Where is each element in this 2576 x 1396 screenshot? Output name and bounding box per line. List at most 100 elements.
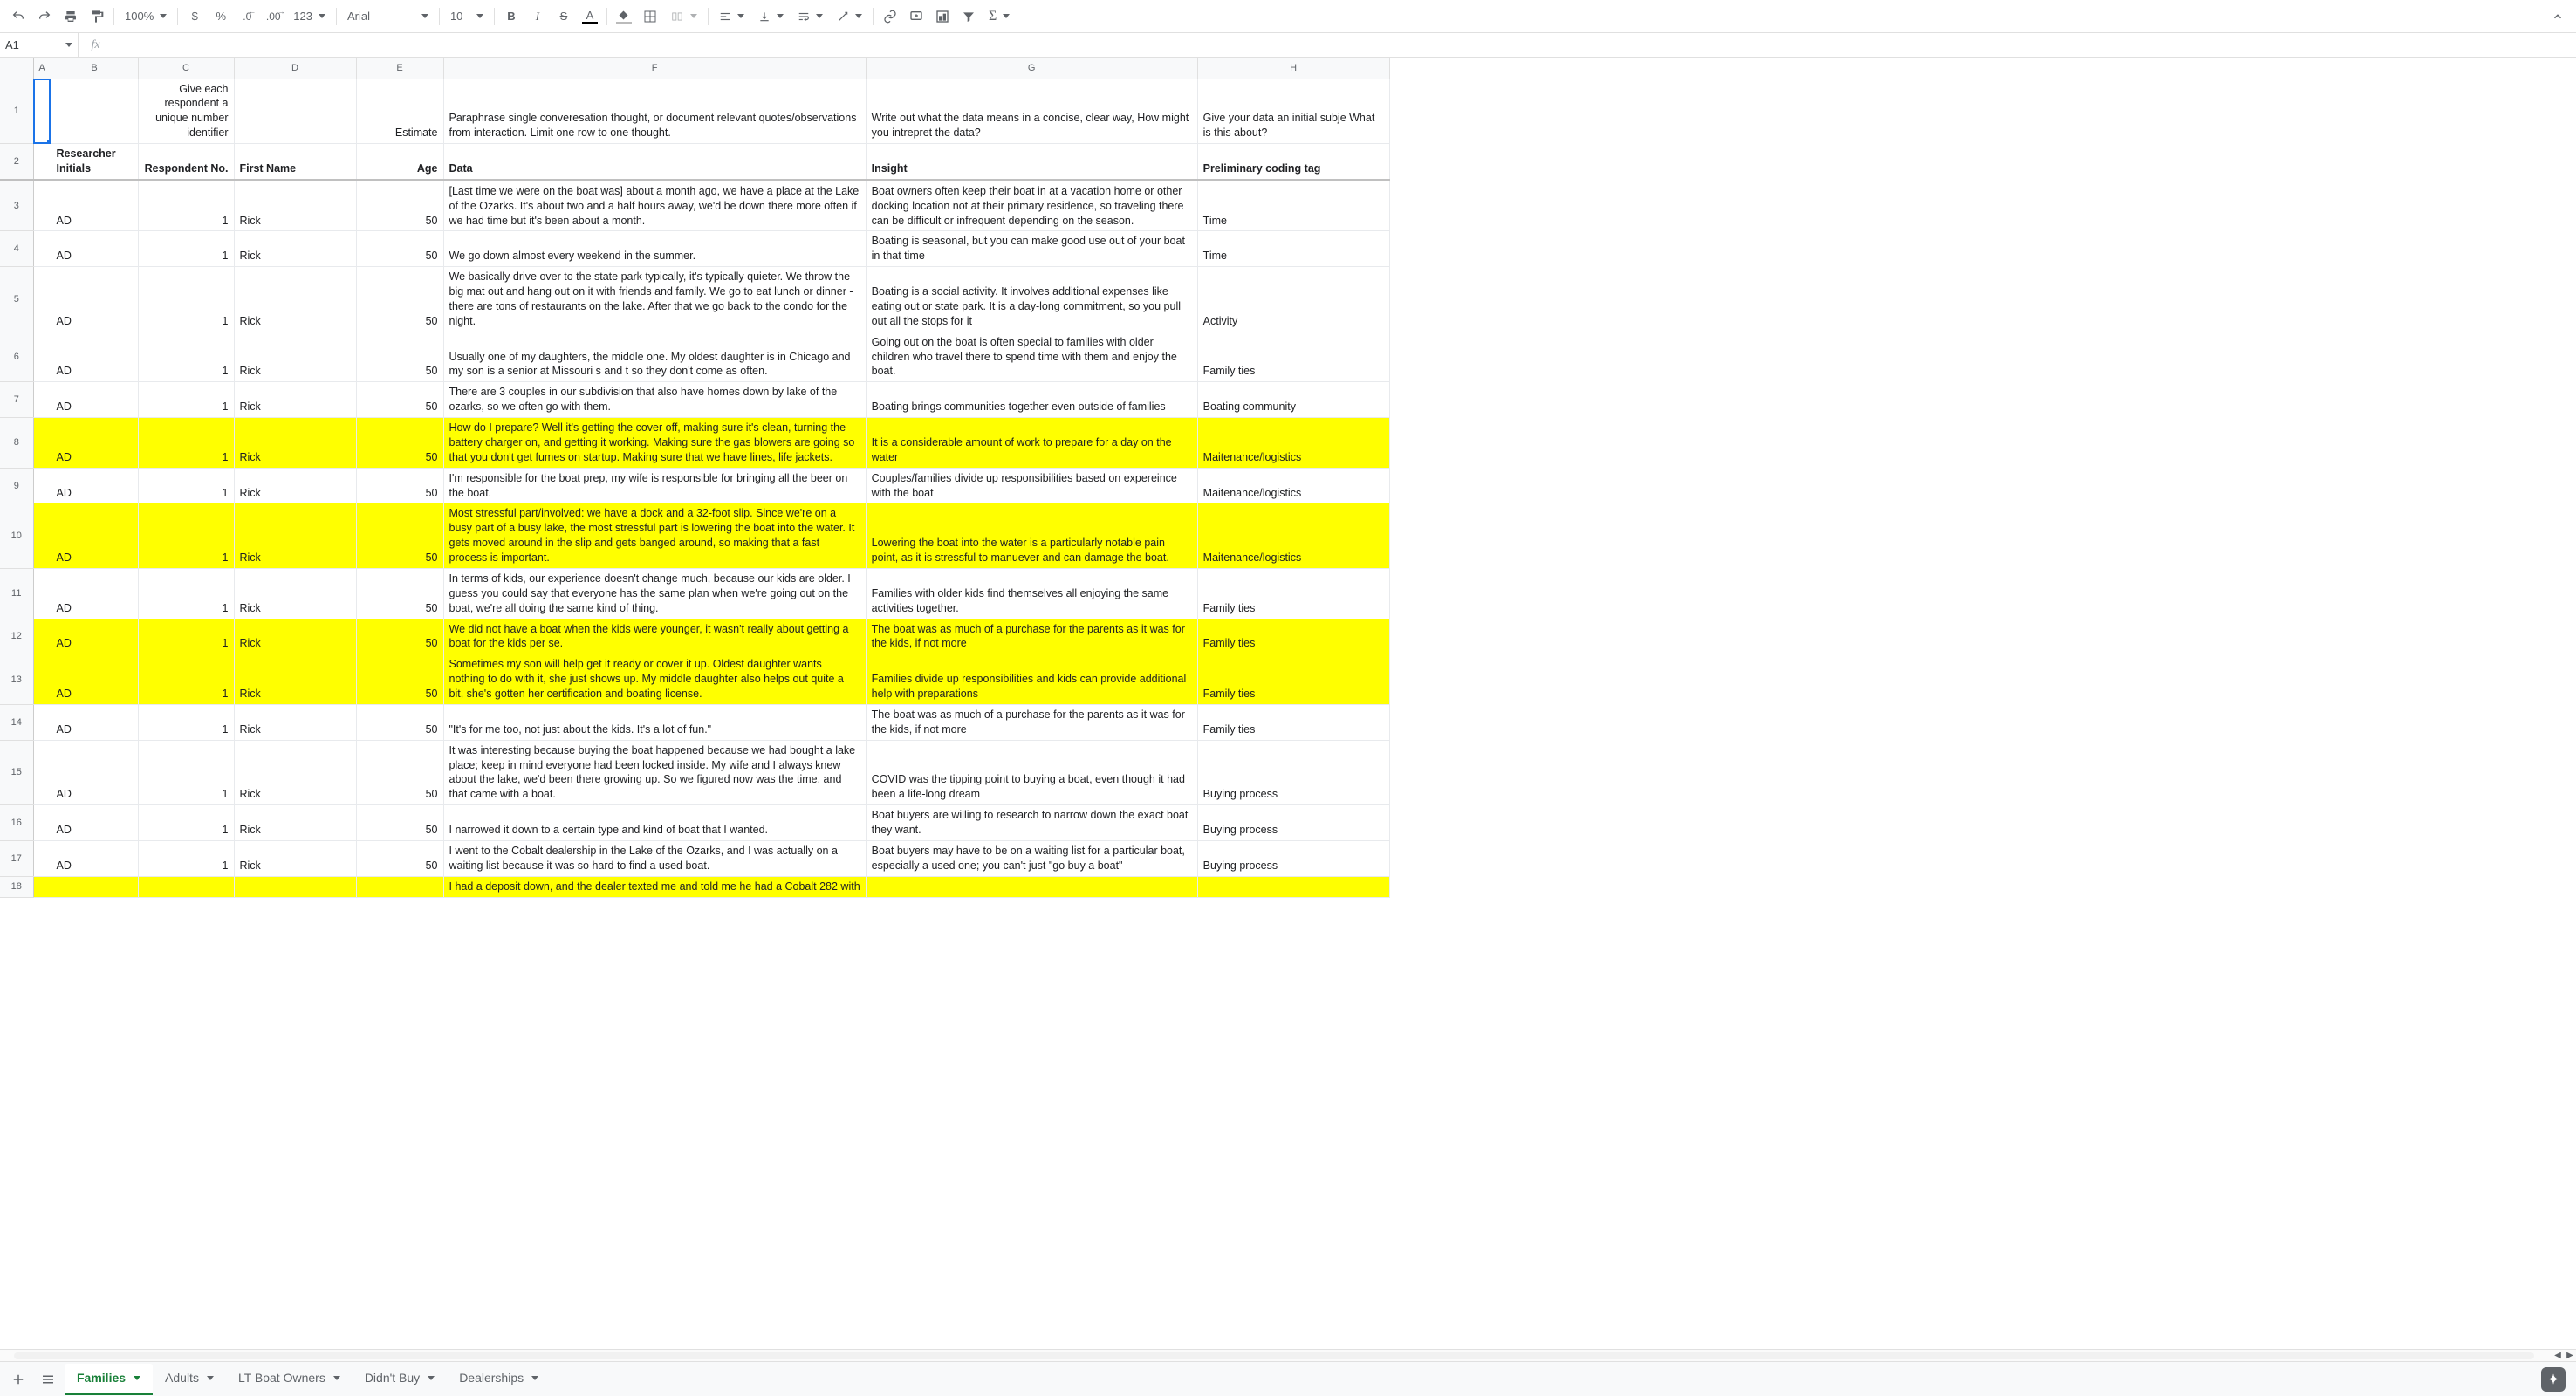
- cell[interactable]: Age: [356, 144, 443, 181]
- row-header[interactable]: 3: [0, 180, 33, 231]
- rotate-button[interactable]: [832, 5, 867, 28]
- cell[interactable]: 50: [356, 180, 443, 231]
- text-color-button[interactable]: A: [579, 5, 601, 28]
- cell[interactable]: Rick: [234, 180, 356, 231]
- comment-button[interactable]: [905, 5, 928, 28]
- cell[interactable]: I narrowed it down to a certain type and…: [443, 805, 866, 841]
- cell[interactable]: I had a deposit down, and the dealer tex…: [443, 876, 866, 897]
- cell[interactable]: Rick: [234, 568, 356, 619]
- row-header[interactable]: 10: [0, 503, 33, 569]
- sheet-tab[interactable]: LT Boat Owners: [226, 1364, 353, 1395]
- cell[interactable]: [33, 382, 51, 418]
- cell[interactable]: AD: [51, 704, 138, 740]
- scroll-right-button[interactable]: ▶: [2564, 1350, 2576, 1362]
- cell[interactable]: 50: [356, 840, 443, 876]
- strike-button[interactable]: S: [552, 5, 575, 28]
- cell[interactable]: [866, 876, 1197, 897]
- cell[interactable]: We go down almost every weekend in the s…: [443, 231, 866, 267]
- explore-button[interactable]: ✦: [2541, 1367, 2566, 1392]
- cell[interactable]: 1: [138, 267, 234, 332]
- cell[interactable]: 1: [138, 332, 234, 382]
- cell[interactable]: Buying process: [1197, 740, 1389, 805]
- font-select[interactable]: Arial: [342, 5, 434, 28]
- h-align-button[interactable]: [714, 5, 750, 28]
- cell[interactable]: 1: [138, 382, 234, 418]
- redo-button[interactable]: [33, 5, 56, 28]
- cell[interactable]: Rick: [234, 231, 356, 267]
- cell[interactable]: Family ties: [1197, 704, 1389, 740]
- col-header-E[interactable]: E: [356, 58, 443, 79]
- cell[interactable]: 50: [356, 704, 443, 740]
- cell[interactable]: 1: [138, 468, 234, 503]
- cell[interactable]: 1: [138, 503, 234, 569]
- print-button[interactable]: [59, 5, 82, 28]
- row-header[interactable]: 18: [0, 876, 33, 897]
- cell[interactable]: How do I prepare? Well it's getting the …: [443, 418, 866, 469]
- cell[interactable]: The boat was as much of a purchase for t…: [866, 704, 1197, 740]
- cell[interactable]: AD: [51, 468, 138, 503]
- row-header[interactable]: 2: [0, 144, 33, 181]
- cell[interactable]: AD: [51, 382, 138, 418]
- cell[interactable]: [33, 568, 51, 619]
- cell[interactable]: [33, 654, 51, 705]
- cell[interactable]: 1: [138, 805, 234, 841]
- cell[interactable]: Boating brings communities together even…: [866, 382, 1197, 418]
- cell[interactable]: Rick: [234, 418, 356, 469]
- cell[interactable]: [33, 180, 51, 231]
- cell[interactable]: I'm responsible for the boat prep, my wi…: [443, 468, 866, 503]
- cell[interactable]: Boat owners often keep their boat in at …: [866, 180, 1197, 231]
- cell[interactable]: [33, 79, 51, 144]
- cell[interactable]: [33, 840, 51, 876]
- cell[interactable]: [Last time we were on the boat was] abou…: [443, 180, 866, 231]
- cell[interactable]: 1: [138, 840, 234, 876]
- cell[interactable]: 50: [356, 468, 443, 503]
- cell[interactable]: The boat was as much of a purchase for t…: [866, 619, 1197, 654]
- sheet-tab[interactable]: Didn't Buy: [353, 1364, 447, 1395]
- cell[interactable]: [33, 704, 51, 740]
- cell[interactable]: Families divide up responsibilities and …: [866, 654, 1197, 705]
- row-header[interactable]: 7: [0, 382, 33, 418]
- cell[interactable]: [33, 267, 51, 332]
- font-size-select[interactable]: 10: [445, 5, 489, 28]
- cell[interactable]: AD: [51, 840, 138, 876]
- row-header[interactable]: 12: [0, 619, 33, 654]
- cell[interactable]: [33, 332, 51, 382]
- all-sheets-button[interactable]: [35, 1366, 61, 1393]
- dec-decrease-button[interactable]: .0←: [236, 5, 258, 28]
- chart-button[interactable]: [931, 5, 954, 28]
- row-header[interactable]: 17: [0, 840, 33, 876]
- col-header-B[interactable]: B: [51, 58, 138, 79]
- row-header[interactable]: 14: [0, 704, 33, 740]
- cell[interactable]: Write out what the data means in a conci…: [866, 79, 1197, 144]
- cell[interactable]: "It's for me too, not just about the kid…: [443, 704, 866, 740]
- cell[interactable]: It is a considerable amount of work to p…: [866, 418, 1197, 469]
- cell[interactable]: 1: [138, 619, 234, 654]
- cell[interactable]: In terms of kids, our experience doesn't…: [443, 568, 866, 619]
- cell[interactable]: Rick: [234, 805, 356, 841]
- cell[interactable]: First Name: [234, 144, 356, 181]
- cell[interactable]: 50: [356, 382, 443, 418]
- cell[interactable]: 50: [356, 568, 443, 619]
- sheet-tab[interactable]: Families: [65, 1364, 153, 1395]
- cell[interactable]: [51, 876, 138, 897]
- cell[interactable]: Respondent No.: [138, 144, 234, 181]
- cell[interactable]: [33, 231, 51, 267]
- cell[interactable]: 1: [138, 704, 234, 740]
- cell[interactable]: There are 3 couples in our subdivision t…: [443, 382, 866, 418]
- row-header[interactable]: 1: [0, 79, 33, 144]
- cell[interactable]: Insight: [866, 144, 1197, 181]
- cell[interactable]: Researcher Initials: [51, 144, 138, 181]
- cell[interactable]: 50: [356, 619, 443, 654]
- cell[interactable]: 50: [356, 267, 443, 332]
- cell[interactable]: [33, 805, 51, 841]
- select-all-corner[interactable]: [0, 58, 33, 79]
- filter-button[interactable]: [957, 5, 980, 28]
- merge-button[interactable]: [665, 5, 702, 28]
- cell[interactable]: Rick: [234, 704, 356, 740]
- cell[interactable]: Boat buyers may have to be on a waiting …: [866, 840, 1197, 876]
- cell[interactable]: AD: [51, 180, 138, 231]
- cell[interactable]: Maitenance/logistics: [1197, 418, 1389, 469]
- cell[interactable]: Buying process: [1197, 805, 1389, 841]
- borders-button[interactable]: [639, 5, 661, 28]
- cell[interactable]: 50: [356, 805, 443, 841]
